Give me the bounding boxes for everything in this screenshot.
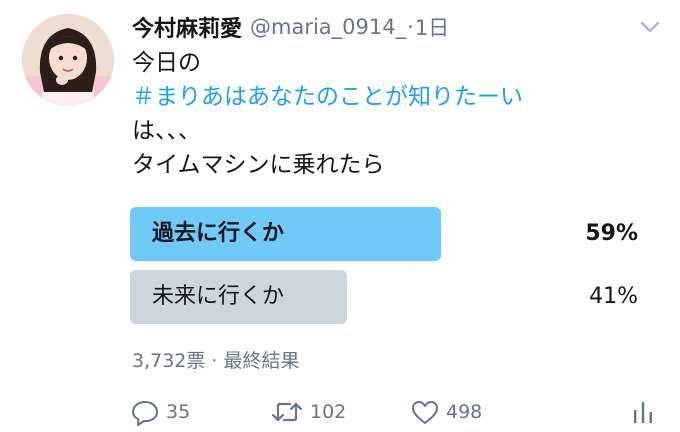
timestamp[interactable]: 1日 (415, 12, 449, 42)
tweet-line-3: は、、、 (132, 118, 201, 144)
heart-icon (410, 398, 446, 426)
poll-option-label-1: 過去に行くか (152, 221, 285, 246)
reply-button[interactable]: 35 (130, 392, 190, 432)
display-name[interactable]: 今村麻莉愛 (132, 11, 242, 43)
tweet-actions: 35 102 498 (130, 392, 660, 432)
tweet[interactable]: 今村麻莉愛 @maria_0914_ · 1日 今日の ＃まりあはあなたのことが… (0, 0, 680, 431)
tweet-line-4: タイムマシンに乗れたら (132, 152, 385, 178)
chevron-down-icon[interactable] (636, 16, 664, 38)
poll-option-1: 過去に行くか 59% (130, 207, 640, 261)
avatar[interactable] (22, 14, 114, 106)
username[interactable]: @maria_0914_ (250, 15, 406, 39)
poll-option-label-2: 未来に行くか (152, 284, 285, 309)
tweet-text: 今日の ＃まりあはあなたのことが知りたーい は、、、 タイムマシンに乗れたら (132, 46, 523, 182)
poll-option-percent-1: 59% (585, 221, 638, 246)
tweet-line-1: 今日の (132, 50, 201, 76)
analytics-icon (630, 398, 662, 426)
poll-option-2: 未来に行くか 41% (130, 270, 640, 324)
poll-meta: 3,732票 · 最終結果 (132, 350, 300, 372)
poll-option-percent-2: 41% (589, 284, 638, 309)
like-count: 498 (446, 401, 483, 423)
retweet-icon (270, 398, 310, 426)
hashtag-link[interactable]: ＃まりあはあなたのことが知りたーい (132, 80, 523, 114)
reply-icon (130, 398, 166, 426)
retweet-button[interactable]: 102 (270, 392, 346, 432)
poll: 過去に行くか 59% 未来に行くか 41% (130, 207, 640, 333)
reply-count: 35 (166, 401, 191, 423)
analytics-button[interactable] (630, 392, 662, 432)
separator-dot: · (407, 15, 414, 39)
like-button[interactable]: 498 (410, 392, 482, 432)
tweet-header: 今村麻莉愛 @maria_0914_ · 1日 (132, 10, 449, 44)
retweet-count: 102 (310, 401, 347, 423)
